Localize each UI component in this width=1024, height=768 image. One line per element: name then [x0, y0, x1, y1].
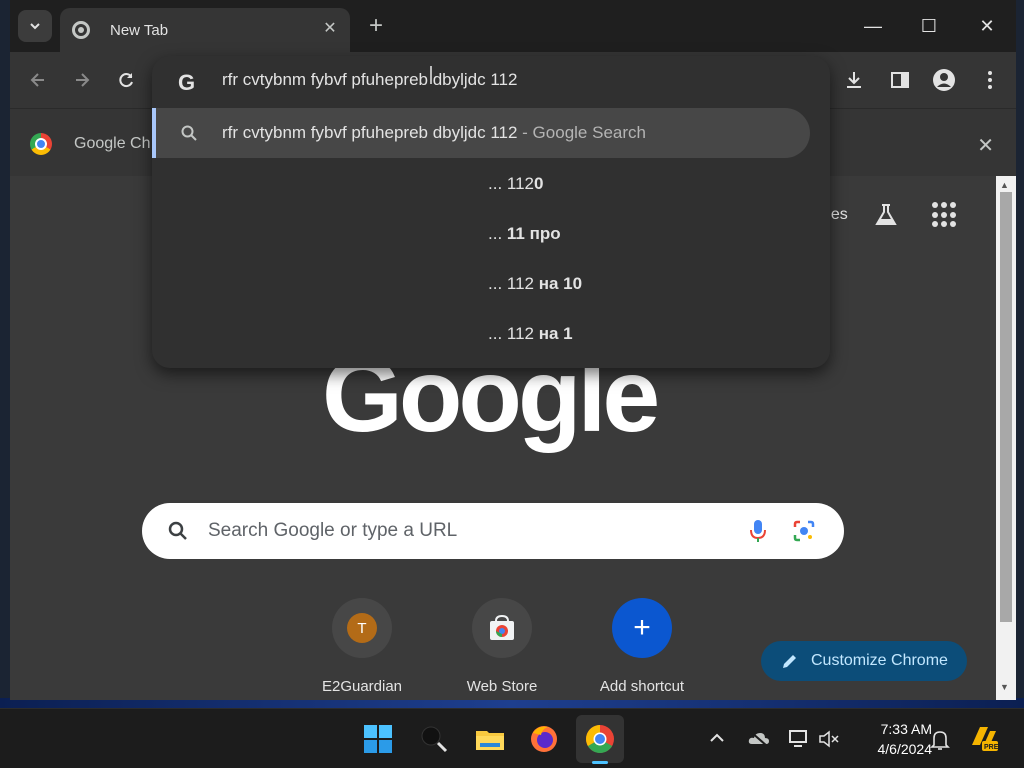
- maximize-button[interactable]: ☐: [906, 8, 952, 44]
- suggestion-row[interactable]: ... 112 на 1: [488, 324, 573, 344]
- tab-new-tab[interactable]: New Tab ✕: [60, 8, 350, 52]
- desktop-background-left: [0, 0, 10, 708]
- volume-muted-icon[interactable]: [818, 729, 840, 749]
- scroll-down-icon[interactable]: ▼: [1000, 682, 1009, 692]
- side-panel-icon: [891, 72, 909, 88]
- suggestion-prefix: ... 112: [488, 174, 534, 193]
- suggestion-row[interactable]: ... 112 на 10: [488, 274, 582, 294]
- selection-indicator: [152, 108, 156, 158]
- suggestion-selected[interactable]: rfr cvtybnm fybvf pfuhepreb dbyljdc 112 …: [152, 108, 810, 158]
- suggestion-suffix: - Google Search: [517, 123, 646, 142]
- active-app-indicator: [592, 761, 608, 764]
- shortcut-add[interactable]: + Add shortcut: [582, 598, 702, 695]
- suggestion-text: rfr cvtybnm fybvf pfuhepreb dbyljdc 112 …: [222, 123, 646, 143]
- shortcut-e2guardian[interactable]: T E2Guardian: [302, 598, 422, 695]
- copilot-pre-icon[interactable]: PRE: [968, 723, 1000, 755]
- arrow-right-icon: [76, 73, 90, 87]
- suggestion-prefix: ... 112: [488, 274, 539, 293]
- customize-label: Customize Chrome: [811, 652, 948, 669]
- google-g-icon: G: [178, 70, 196, 95]
- profile-icon: [933, 69, 955, 91]
- title-bar: New Tab ✕ + — ☐ ✕: [10, 0, 1016, 52]
- download-icon: [847, 72, 861, 88]
- menu-button[interactable]: [976, 66, 1004, 94]
- add-shortcut-tile: +: [612, 598, 672, 658]
- address-bar[interactable]: G rfr cvtybnm fybvf pfuhepreb dbyljdc 11…: [152, 56, 830, 106]
- text-cursor: [430, 66, 432, 84]
- reload-button[interactable]: [112, 66, 140, 94]
- customize-chrome-button[interactable]: Customize Chrome: [761, 641, 967, 681]
- close-tab-icon[interactable]: ✕: [320, 18, 340, 38]
- notification-bell-icon[interactable]: [930, 729, 950, 751]
- google-lens-icon[interactable]: [792, 519, 816, 543]
- profile-button[interactable]: [930, 66, 958, 94]
- close-window-button[interactable]: ✕: [964, 8, 1010, 44]
- forward-button[interactable]: [68, 66, 96, 94]
- arrow-left-icon: [30, 73, 44, 87]
- search-icon: [168, 521, 187, 540]
- svg-text:PRE: PRE: [984, 744, 999, 751]
- tab-search-button[interactable]: [18, 10, 52, 42]
- chevron-up-icon[interactable]: [708, 729, 726, 747]
- new-tab-button[interactable]: +: [362, 12, 390, 40]
- shortcut-label: Web Store: [466, 678, 538, 695]
- taskbar: 7:33 AM 4/6/2024 PRE: [0, 708, 1024, 768]
- chevron-down-icon: [30, 23, 40, 30]
- shortcut-tile: [472, 598, 532, 658]
- desktop-background-right: [1016, 0, 1024, 708]
- search-icon[interactable]: [418, 723, 450, 755]
- suggestion-bold: 11 про: [506, 224, 561, 243]
- clock-date: 4/6/2024: [877, 741, 933, 757]
- reload-icon: [119, 73, 133, 88]
- microphone-icon[interactable]: [746, 518, 770, 544]
- plus-icon: +: [633, 611, 651, 644]
- onedrive-icon[interactable]: [748, 729, 770, 747]
- suggestion-row[interactable]: ... 11 про: [488, 224, 561, 244]
- close-icon[interactable]: ✕: [977, 133, 994, 158]
- chrome-logo-icon: [30, 133, 52, 155]
- firefox-icon[interactable]: [528, 723, 560, 755]
- shortcut-label: E2Guardian: [321, 678, 403, 695]
- minimize-button[interactable]: —: [850, 8, 896, 44]
- suggestion-row[interactable]: ... 1120: [488, 174, 543, 194]
- pencil-icon: [783, 655, 796, 668]
- scrollbar[interactable]: ▲ ▼: [996, 176, 1016, 700]
- shortcut-tile: T: [332, 598, 392, 658]
- suggestion-query: rfr cvtybnm fybvf pfuhepreb dbyljdc 112: [222, 123, 518, 142]
- windows-start-icon[interactable]: [362, 723, 394, 755]
- suggestion-bold: на 10: [538, 274, 583, 293]
- suggestion-prefix: ... 112: [488, 324, 539, 343]
- bookmark-google-chrome[interactable]: Google Ch: [30, 133, 151, 155]
- omnibox-dropdown: G rfr cvtybnm fybvf pfuhepreb dbyljdc 11…: [152, 56, 830, 368]
- tab-title: New Tab: [110, 21, 169, 39]
- suggestion-bold: 0: [534, 174, 544, 193]
- chrome-icon[interactable]: [584, 723, 616, 755]
- downloads-button[interactable]: [840, 66, 868, 94]
- address-input[interactable]: rfr cvtybnm fybvf pfuhepreb dbyljdc 112: [222, 70, 517, 90]
- kebab-menu-icon: [988, 71, 992, 89]
- bookmark-label: Google Ch: [74, 135, 151, 152]
- back-button[interactable]: [24, 66, 52, 94]
- scroll-up-icon[interactable]: ▲: [1000, 180, 1009, 190]
- avatar: T: [347, 613, 377, 643]
- chrome-favicon-icon: [72, 21, 90, 39]
- network-icon[interactable]: [788, 729, 810, 749]
- suggestion-prefix: ...: [488, 224, 507, 243]
- shortcut-web-store[interactable]: Web Store: [442, 598, 562, 695]
- shortcut-label: Add shortcut: [599, 678, 685, 695]
- labs-flask-icon[interactable]: [873, 202, 899, 228]
- web-store-icon: [490, 614, 514, 640]
- clock-time: 7:33 AM: [880, 721, 932, 737]
- side-panel-button[interactable]: [886, 66, 914, 94]
- system-clock[interactable]: 7:33 AM 4/6/2024: [852, 719, 933, 759]
- search-placeholder: Search Google or type a URL: [208, 520, 458, 541]
- scroll-thumb[interactable]: [1000, 192, 1012, 622]
- ntp-search-box[interactable]: Search Google or type a URL: [142, 503, 844, 559]
- google-apps-icon[interactable]: [932, 202, 958, 228]
- search-icon: [181, 125, 197, 141]
- suggestion-bold: на 1: [538, 324, 573, 343]
- file-explorer-icon[interactable]: [474, 723, 506, 755]
